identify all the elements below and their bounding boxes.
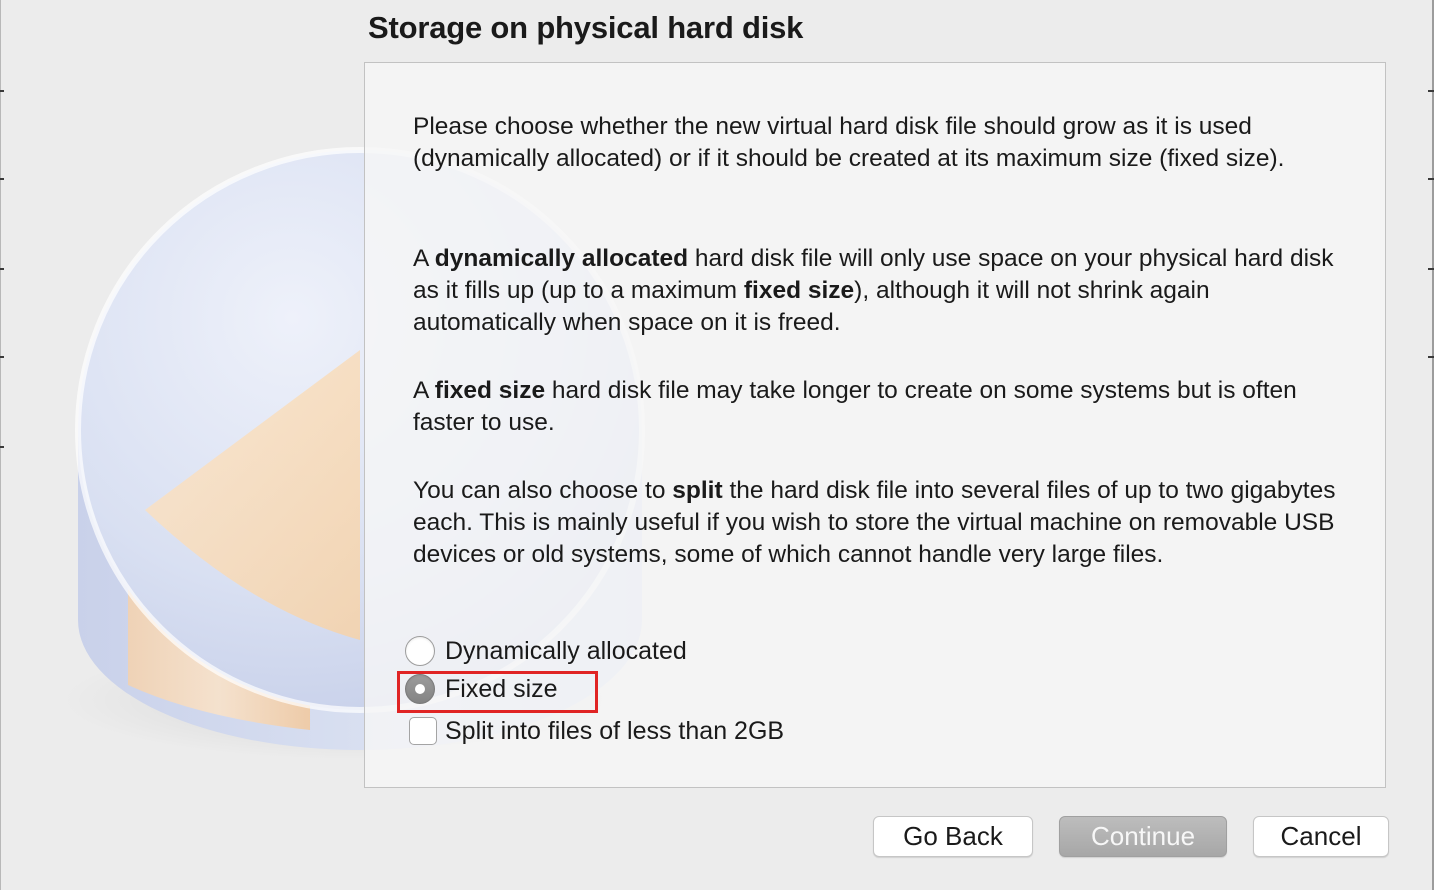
paragraph-text: A [413, 245, 435, 272]
emphasis-text: fixed size [743, 277, 855, 304]
split-files-checkbox[interactable] [409, 717, 437, 745]
emphasis-text: dynamically allocated [434, 245, 689, 272]
right-edge-mark [1428, 90, 1434, 92]
paragraph-text: A [413, 377, 435, 404]
right-edge-mark [1428, 356, 1434, 358]
intro-paragraph: Please choose whether the new virtual ha… [413, 111, 1353, 175]
dynamic-allocated-label[interactable]: Dynamically allocated [445, 637, 687, 666]
split-files-option[interactable]: Split into files of less than 2GB [405, 714, 784, 748]
right-edge-mark [1428, 268, 1434, 270]
dynamic-explanation-paragraph: A dynamically allocated hard disk file w… [413, 243, 1353, 339]
dynamic-allocated-option[interactable]: Dynamically allocated [405, 634, 687, 668]
left-edge-mark [0, 90, 4, 92]
page-title: Storage on physical hard disk [368, 10, 804, 45]
left-edge-mark [0, 356, 4, 358]
window-left-edge [0, 0, 1, 890]
go-back-button[interactable]: Go Back [873, 816, 1033, 857]
emphasis-text: fixed size [434, 377, 546, 404]
split-files-label[interactable]: Split into files of less than 2GB [445, 717, 784, 746]
left-edge-mark [0, 446, 4, 448]
left-edge-mark [0, 178, 4, 180]
paragraph-text: hard disk file may take longer to create… [413, 377, 1297, 436]
fixed-explanation-paragraph: A fixed size hard disk file may take lon… [413, 375, 1353, 439]
paragraph-text: You can also choose to [413, 477, 673, 504]
continue-button[interactable]: Continue [1059, 816, 1227, 857]
emphasis-text: split [672, 477, 723, 504]
paragraph-text: Please choose whether the new virtual ha… [413, 113, 1285, 172]
content-panel: Please choose whether the new virtual ha… [364, 62, 1386, 788]
left-edge-mark [0, 268, 4, 270]
dynamic-allocated-radio[interactable] [405, 636, 435, 666]
split-explanation-paragraph: You can also choose to split the hard di… [413, 475, 1353, 571]
fixed-size-highlight [397, 671, 598, 713]
right-edge-mark [1428, 178, 1434, 180]
cancel-button[interactable]: Cancel [1253, 816, 1389, 857]
